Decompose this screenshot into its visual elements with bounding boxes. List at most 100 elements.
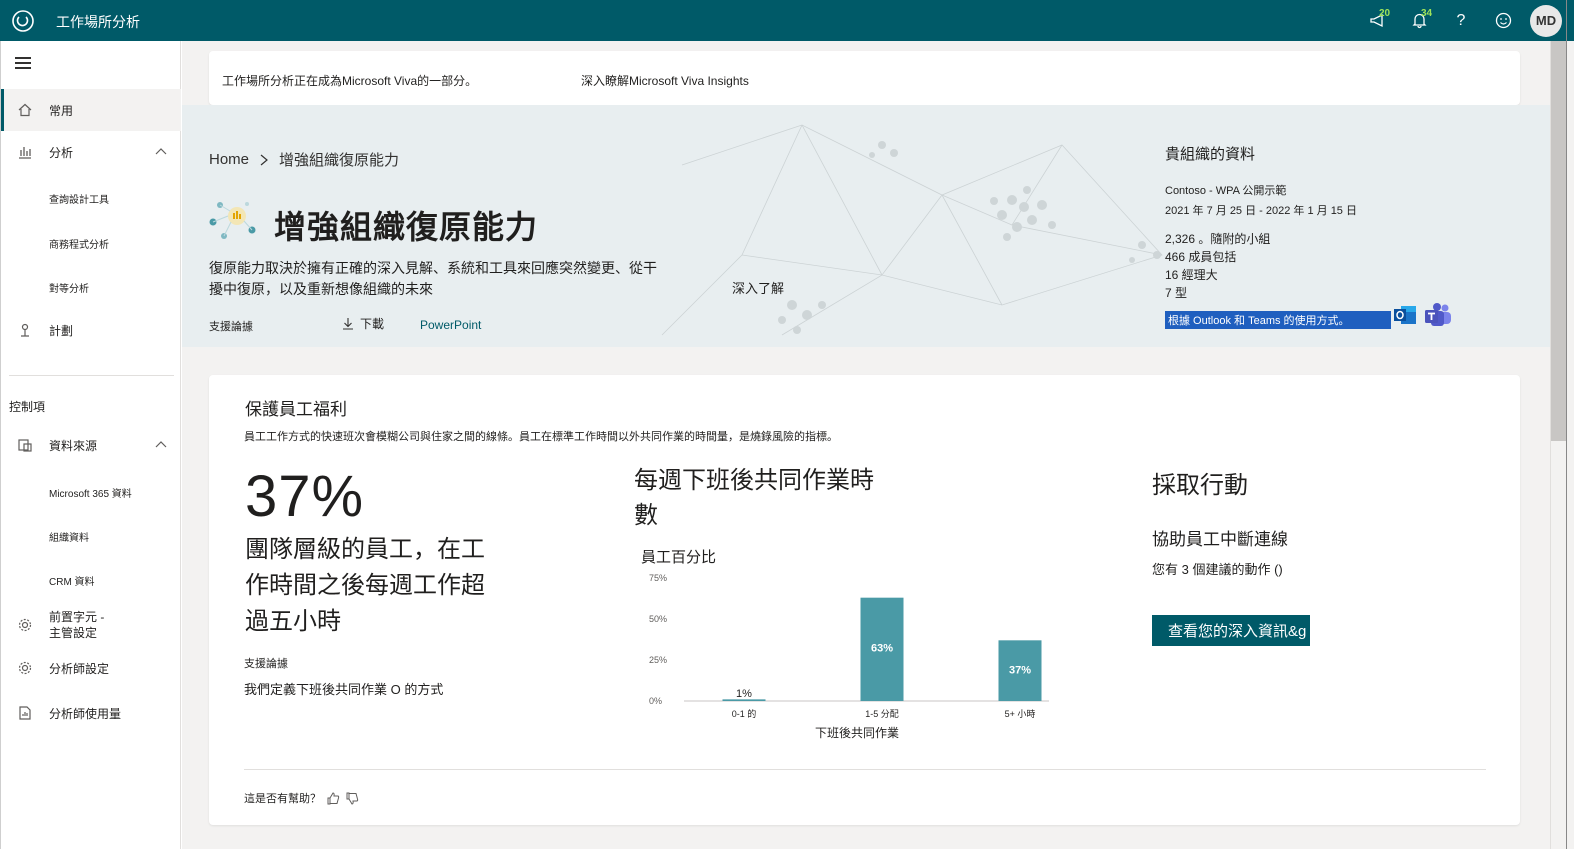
y-tick-label: 75% xyxy=(649,573,667,583)
top-icons: 20 34 ? MD xyxy=(1356,0,1562,41)
org-date-range: 2021 年 7 月 25 日 - 2022 年 1 月 15 日 xyxy=(1165,205,1357,217)
sidebar-divider xyxy=(9,375,174,376)
bar-value-label: 1% xyxy=(736,688,752,700)
sidebar-item-peer-analysis[interactable]: 對等分析 xyxy=(49,280,89,295)
org-stat: 7 型 xyxy=(1165,286,1188,300)
y-tick-label: 0% xyxy=(649,696,662,706)
sidebar-item-org-data[interactable]: 組織資料 xyxy=(49,529,89,544)
sidebar-item-home[interactable]: 常用 xyxy=(1,89,181,131)
sidebar-item-crm-data[interactable]: CRM 資料 xyxy=(49,573,95,588)
app-logo-icon[interactable] xyxy=(10,8,36,34)
helpful-question: 這是否有幫助？ xyxy=(244,793,321,805)
page-title: 增強組織復原能力 xyxy=(274,209,539,245)
outlook-icon xyxy=(1394,306,1416,324)
sidebar-item-analyze[interactable]: 分析 xyxy=(1,141,181,163)
hero-section: Home 增強組織復原能力 增強組織復原能力 復原能力取決於擁有正確的深入見解、… xyxy=(182,105,1550,347)
card-title: 保護員工福利 xyxy=(245,400,347,419)
hamburger-icon[interactable] xyxy=(15,57,31,71)
plan-icon xyxy=(21,323,29,337)
data-source-icon xyxy=(18,439,32,452)
gear-icon xyxy=(18,661,32,675)
breadcrumb: Home 增強組織復原能力 xyxy=(209,149,399,170)
sidebar-item-label: 資料來源 xyxy=(49,438,98,453)
teams-icon xyxy=(1425,303,1451,326)
announcements-button[interactable]: 20 xyxy=(1356,0,1398,41)
breadcrumb-home-link[interactable]: Home xyxy=(209,151,249,168)
chart-x-axis-label: 下班後共同作業 xyxy=(815,726,899,740)
x-tick-label: 0-1 的 xyxy=(732,708,757,719)
view-insights-button[interactable]: 查看您的深入資訊&g xyxy=(1152,615,1310,646)
support-label: 支援論據 xyxy=(244,658,288,670)
sidebar-item-plans[interactable]: 計劃 xyxy=(1,319,181,341)
smiley-icon xyxy=(1495,12,1511,29)
bar-value-label: 63% xyxy=(871,643,893,655)
help-icon: ? xyxy=(1456,11,1466,29)
big-percentage: 37% xyxy=(245,464,365,529)
y-tick-label: 25% xyxy=(649,655,667,665)
action-title: 採取行動 xyxy=(1152,472,1248,499)
sidebar-item-business-process[interactable]: 商務程式分析 xyxy=(49,236,109,251)
download-label: 下載 xyxy=(360,317,385,331)
sidebar: 常用 分析 查詢設計工具 商務程式分析 對等分析 計劃 控制項 資料來源 Mic… xyxy=(0,41,181,849)
banner-text: 工作場所分析正在成為Microsoft Viva的一部分。 xyxy=(222,74,478,88)
app-title: 工作場所分析 xyxy=(56,14,140,30)
thumbs-up-icon[interactable] xyxy=(327,791,340,805)
sidebar-item-label: 常用 xyxy=(49,103,74,118)
card-divider xyxy=(244,769,1486,770)
download-button[interactable]: 下載 xyxy=(342,315,384,332)
chevron-right-icon xyxy=(260,154,268,165)
org-stat: 16 經理大 xyxy=(1165,268,1218,282)
collaboration-chart: 0% 25% 50% 75% 1% 0-1 的 63% 1-5 分配 37% 5+ 小時下班後共同… xyxy=(649,573,1049,740)
learn-more-link[interactable]: 深入了解 xyxy=(732,278,784,297)
feedback-button[interactable] xyxy=(1482,0,1524,41)
home-icon xyxy=(18,103,32,117)
window-border xyxy=(1566,0,1567,849)
powerpoint-link[interactable]: PowerPoint xyxy=(420,318,481,332)
chevron-up-icon xyxy=(155,441,167,448)
wellbeing-card: 保護員工福利 員工工作方式的快速班次會模糊公司與住家之間的線條。員工在標準工作時… xyxy=(209,375,1520,825)
banner-learn-more-link[interactable]: 深入瞭解Microsoft Viva Insights xyxy=(581,72,749,89)
main-content: 工作場所分析正在成為Microsoft Viva的一部分。 深入瞭解Micros… xyxy=(182,41,1550,849)
chart-y-axis-label: 員工百分比 xyxy=(641,549,717,566)
org-stats: 2,326 。隨附的小組 466 成員包括 16 經理大 7 型 xyxy=(1165,230,1465,302)
notifications-badge: 34 xyxy=(1421,8,1433,19)
sidebar-item-m365-data[interactable]: Microsoft 365 資料 xyxy=(49,485,132,500)
x-tick-label: 1-5 分配 xyxy=(865,709,899,719)
sidebar-item-analyst-settings[interactable]: 分析師設定 xyxy=(1,657,181,679)
sidebar-item-prefix-settings[interactable]: 前置字元 - 主管設定 xyxy=(1,607,181,643)
report-icon xyxy=(19,706,31,720)
y-tick-label: 50% xyxy=(649,614,667,624)
help-button[interactable]: ? xyxy=(1440,0,1482,41)
hero-description: 復原能力取決於擁有正確的深入見解、系統和工具來回應突然變更、從干擾中復原，以及重… xyxy=(209,260,657,297)
download-icon xyxy=(343,318,353,330)
resilience-icon xyxy=(209,202,256,239)
sidebar-item-query-designer[interactable]: 查詢設計工具 xyxy=(49,191,109,206)
breadcrumb-current: 增強組織復原能力 xyxy=(279,152,400,169)
feedback-row: 這是否有幫助？ xyxy=(244,790,359,806)
sidebar-item-analyst-usage[interactable]: 分析師使用量 xyxy=(1,702,181,724)
org-data-panel: 貴組織的資料 Contoso - WPA 公開示範 2021 年 7 月 25 … xyxy=(1165,143,1465,329)
chart-title: 每週下班後共同作業時數 xyxy=(634,467,874,529)
sidebar-item-label: 分析師設定 xyxy=(49,661,110,676)
scrollbar-thumb[interactable] xyxy=(1551,41,1567,441)
definition-link[interactable]: 我們定義下班後共同作業 O 的方式 xyxy=(244,679,443,698)
sidebar-item-label: 分析 xyxy=(49,145,74,160)
usage-info-link[interactable]: 根據 Outlook 和 Teams 的使用方式。 xyxy=(1165,311,1391,329)
top-bar: 工作場所分析 20 34 ? MD xyxy=(0,0,1574,41)
avatar[interactable]: MD xyxy=(1530,4,1562,37)
sidebar-item-data-sources[interactable]: 資料來源 xyxy=(1,434,181,456)
sidebar-item-label: 前置字元 - 主管設定 xyxy=(49,610,105,640)
chevron-up-icon xyxy=(155,148,167,155)
big-percentage-description: 團隊層級的員工，在工作時間之後每週工作超過五小時 xyxy=(245,536,485,635)
sidebar-item-label: 分析師使用量 xyxy=(49,706,122,721)
thumbs-down-icon[interactable] xyxy=(346,792,359,805)
viva-banner: 工作場所分析正在成為Microsoft Viva的一部分。 深入瞭解Micros… xyxy=(209,51,1520,105)
org-stat: 466 成員包括 xyxy=(1165,250,1237,264)
card-description: 員工工作方式的快速班次會模糊公司與住家之間的線條。員工在標準工作時間以外共同作業… xyxy=(244,431,838,443)
notifications-button[interactable]: 34 xyxy=(1398,0,1440,41)
x-tick-label: 5+ 小時 xyxy=(1005,709,1036,719)
support-label: 支援論據 xyxy=(209,321,253,333)
gear-icon xyxy=(18,618,32,632)
org-data-title: 貴組織的資料 xyxy=(1165,146,1256,163)
bar-value-label: 37% xyxy=(1009,664,1031,676)
